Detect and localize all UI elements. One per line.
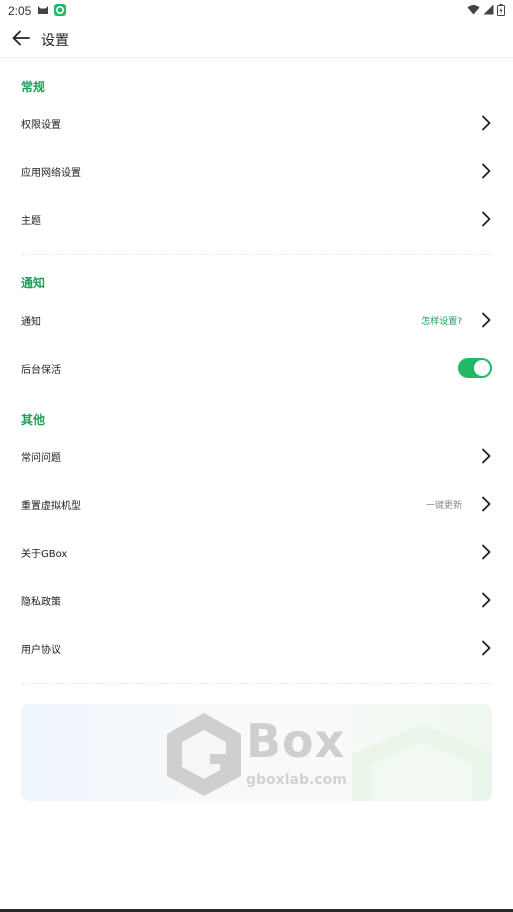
page-title: 设置: [41, 32, 69, 49]
keepalive-toggle[interactable]: [458, 358, 492, 378]
row-privacy-policy[interactable]: 隐私政策: [0, 576, 513, 624]
chevron-right-icon: [480, 496, 492, 512]
section-title-general: 常规: [21, 80, 46, 94]
one-click-update-hint: 一键更新: [425, 500, 462, 511]
wifi-icon: [467, 4, 480, 18]
gbox-banner[interactable]: Box gboxlab.com: [21, 704, 492, 801]
signal-icon: [483, 4, 494, 18]
app-notification-icon: [54, 3, 67, 19]
chevron-right-icon: [480, 211, 492, 227]
row-label: 常问问题: [21, 452, 61, 464]
row-label: 用户协议: [21, 644, 61, 656]
chevron-right-icon: [480, 163, 492, 179]
brand-url: gboxlab.com: [246, 772, 347, 788]
cat-notification-icon: [37, 4, 49, 18]
section-divider: [21, 254, 492, 255]
gbox-logo: Box gboxlab.com: [162, 710, 352, 796]
chevron-right-icon: [480, 640, 492, 656]
status-time: 2:05: [8, 4, 32, 18]
section-title-other: 其他: [21, 413, 46, 427]
status-bar: 2:05: [0, 0, 513, 22]
chevron-right-icon: [480, 592, 492, 608]
section-divider: [21, 683, 492, 684]
back-arrow-icon: [12, 30, 30, 50]
row-background-keepalive: 后台保活: [0, 344, 513, 392]
section-title-notification: 通知: [21, 276, 46, 290]
row-faq[interactable]: 常问问题: [0, 432, 513, 480]
how-to-set-link[interactable]: 怎样设置?: [421, 314, 462, 327]
toggle-knob: [474, 360, 490, 376]
chevron-right-icon: [480, 312, 492, 328]
row-label: 通知: [21, 316, 41, 328]
row-label: 后台保活: [21, 364, 61, 376]
row-label: 权限设置: [21, 119, 61, 131]
row-notification[interactable]: 通知 怎样设置?: [0, 296, 513, 344]
back-button[interactable]: [1, 22, 41, 58]
chevron-right-icon: [480, 448, 492, 464]
house-watermark-icon: [352, 724, 492, 801]
battery-icon: [497, 3, 505, 19]
chevron-right-icon: [480, 115, 492, 131]
row-reset-virtual-model[interactable]: 重置虚拟机型 一键更新: [0, 480, 513, 528]
row-theme[interactable]: 主题: [0, 195, 513, 243]
chevron-right-icon: [480, 544, 492, 560]
row-label: 关于GBox: [21, 548, 68, 560]
row-user-agreement[interactable]: 用户协议: [0, 624, 513, 672]
row-label: 隐私政策: [21, 596, 61, 608]
row-label: 应用网络设置: [21, 167, 81, 179]
brand-wordmark: Box: [246, 714, 346, 768]
status-right-icons: [467, 3, 505, 19]
app-header: 设置: [0, 22, 513, 58]
status-notification-icons: [37, 3, 67, 19]
row-label: 主题: [21, 215, 41, 227]
row-permission-settings[interactable]: 权限设置: [0, 99, 513, 147]
row-app-network-settings[interactable]: 应用网络设置: [0, 147, 513, 195]
row-about-gbox[interactable]: 关于GBox: [0, 528, 513, 576]
row-label: 重置虚拟机型: [21, 500, 81, 512]
gbox-hexagon-icon: [167, 713, 241, 796]
